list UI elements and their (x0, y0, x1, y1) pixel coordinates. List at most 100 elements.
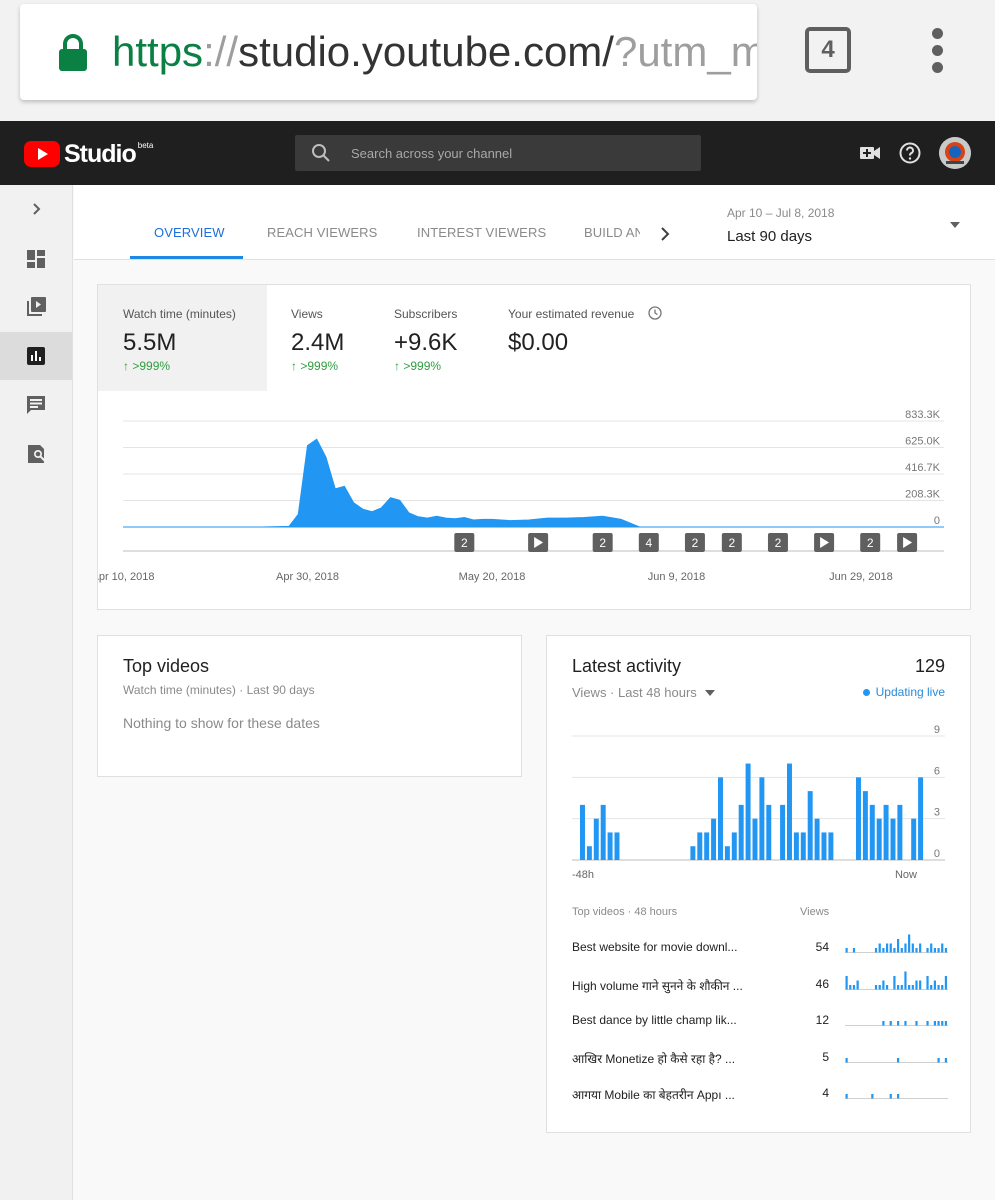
video-views: 54 (815, 940, 829, 954)
browser-menu-icon[interactable] (925, 28, 949, 74)
tab-interest-viewers[interactable]: INTEREST VIEWERS (417, 225, 546, 240)
create-video-icon[interactable] (858, 141, 882, 165)
views-bar (731, 832, 737, 860)
video-sparkline (845, 971, 948, 990)
y-tick-label: 9 (934, 724, 940, 736)
sparkline-bar (944, 1057, 948, 1062)
metric-value: 5.5M (123, 329, 177, 356)
search-input[interactable] (351, 135, 681, 171)
video-title[interactable]: Best website for movie downl... (572, 940, 757, 954)
views-bar (897, 804, 903, 860)
views-bar (883, 804, 889, 860)
tab-switcher-button[interactable]: 4 (805, 27, 851, 73)
sparkline-bar (889, 943, 892, 953)
nav-copyright[interactable] (0, 430, 72, 478)
event-marker (897, 533, 918, 552)
sparkline-bar (874, 984, 878, 989)
latest-activity-card: Latest activity 129 Views · Last 48 hour… (546, 635, 971, 1133)
video-views: 5 (822, 1049, 829, 1064)
sparkline-bar (904, 971, 907, 989)
views-bar (697, 832, 703, 860)
metric-watch-time[interactable]: Watch time (minutes) 5.5M ↑ >999% (98, 285, 267, 391)
date-range-selector[interactable]: Last 90 days (727, 228, 812, 245)
live-indicator: Updating live (862, 685, 945, 699)
metric-label: Your estimated revenue (508, 307, 635, 321)
sparkline-bar (904, 943, 907, 953)
svg-text:2: 2 (728, 536, 735, 550)
tab-build-audience[interactable]: BUILD AN (584, 225, 640, 240)
nav-comments[interactable] (0, 381, 72, 429)
sparkline-bar (944, 975, 948, 989)
top-video-row[interactable]: Best dance by little champ lik... 12 (572, 1013, 948, 1043)
views-bar (745, 763, 751, 860)
event-marker: 2 (454, 533, 475, 552)
svg-text:2: 2 (599, 536, 606, 550)
sparkline-bar (915, 948, 918, 953)
sparkline-bar (930, 984, 933, 989)
views-column-heading: Views (800, 906, 830, 918)
top-video-row[interactable]: High volume गाने सुनने के शौकीन ... 46 (572, 971, 948, 1007)
lock-icon (59, 34, 87, 71)
x-tick-label: May 20, 2018 (459, 571, 526, 583)
views-bar (890, 818, 896, 860)
tab-overview[interactable]: OVERVIEW (154, 225, 225, 240)
metric-delta: ↑ >999% (394, 359, 442, 373)
expand-nav-button[interactable] (0, 185, 72, 233)
sparkline-bar (937, 984, 940, 989)
sparkline-bar (926, 948, 929, 953)
sparkline-bar (885, 943, 889, 953)
sparkline-bar (845, 1094, 848, 1099)
sparkline-bar (893, 975, 896, 989)
top-video-row[interactable]: Best website for movie downl... 54 (572, 934, 948, 970)
metric-value: 2.4M (291, 329, 345, 356)
metric-delta: ↑ >999% (123, 359, 171, 373)
metric-value: $0.00 (508, 329, 569, 356)
address-bar[interactable]: https://studio.youtube.com/?utm_m (20, 4, 757, 100)
studio-logo[interactable]: Studio beta (24, 139, 153, 169)
y-tick-label: 208.3K (905, 489, 941, 501)
studio-header: Studio beta (0, 121, 995, 185)
video-title[interactable]: आगया Mobile का बेहतरीन Appı ... (572, 1086, 757, 1103)
video-title[interactable]: Best dance by little champ lik... (572, 1013, 757, 1027)
views-bar (876, 818, 882, 860)
clock-icon[interactable] (648, 306, 662, 320)
card-title: Latest activity (572, 656, 682, 676)
beta-label: beta (137, 140, 154, 150)
y-tick-label: 833.3K (905, 409, 941, 421)
views-bar (607, 832, 613, 860)
sparkline-bar (897, 1057, 900, 1062)
metric-label: Views (291, 307, 323, 321)
tab-reach-viewers[interactable]: REACH VIEWERS (267, 225, 377, 240)
video-title[interactable]: आखिर Monetize हो कैसे रहा है? ... (572, 1050, 757, 1067)
help-icon[interactable] (898, 141, 922, 165)
sparkline-bar (944, 948, 948, 953)
sparkline-bar (897, 984, 900, 989)
y-tick-label: 6 (934, 765, 940, 777)
svg-text:2: 2 (867, 536, 874, 550)
event-marker: 2 (684, 533, 705, 552)
sparkline-bar (915, 980, 918, 989)
date-range-dates: Apr 10 – Jul 8, 2018 (727, 206, 835, 220)
video-title[interactable]: High volume गाने सुनने के शौकीन ... (572, 977, 757, 994)
dropdown-caret-icon[interactable] (949, 221, 961, 229)
nav-videos[interactable] (0, 283, 72, 331)
nav-dashboard[interactable] (0, 235, 72, 283)
nav-analytics[interactable] (0, 332, 72, 380)
sparkline-bar (933, 1021, 936, 1026)
top-video-row[interactable]: आखिर Monetize हो कैसे रहा है? ... 5 (572, 1050, 948, 1080)
activity-metric-selector[interactable]: Views · Last 48 hours (572, 685, 715, 700)
sparkline-bar (937, 1057, 940, 1062)
sparkline-bar (893, 948, 896, 953)
avatar[interactable] (939, 137, 971, 169)
sparkline-bar (852, 984, 856, 989)
views-bar (780, 804, 786, 860)
video-sparkline (845, 934, 948, 953)
chevron-right-icon[interactable] (656, 223, 674, 245)
sparkline-bar (889, 1094, 892, 1099)
sparkline-bar (908, 984, 911, 989)
copyright-search-icon (28, 445, 46, 463)
y-tick-label: 625.0K (905, 436, 941, 448)
top-video-row[interactable]: आगया Mobile का बेहतरीन Appı ... 4 (572, 1086, 948, 1116)
views-bar (793, 832, 799, 860)
search-bar[interactable] (295, 135, 701, 171)
